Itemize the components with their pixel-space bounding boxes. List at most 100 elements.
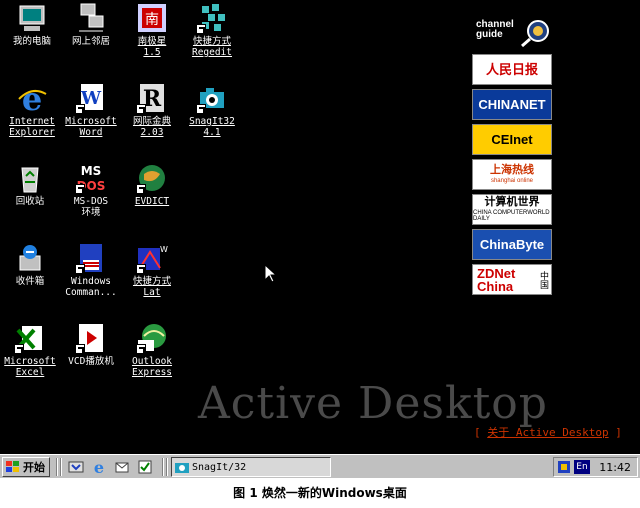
internet-explorer-icon: e — [16, 82, 48, 114]
desktop-icon-inbox[interactable]: 收件箱 — [0, 242, 62, 287]
ms-dos-icon: MS DOS — [75, 162, 107, 194]
channel-people-daily[interactable]: 人民日报 — [472, 54, 552, 85]
shortcut-arrow-icon — [75, 344, 85, 354]
desktop-icon-label: 快捷方式 Regedit — [191, 36, 233, 58]
taskbar: 开始 e SnagIt/32 En 11:42 — [0, 454, 640, 478]
desktop-icon-label: Windows Comman... — [65, 276, 117, 298]
taskbar-separator — [166, 458, 168, 476]
taskbar-separator — [60, 458, 62, 476]
shortcut-arrow-icon — [75, 264, 85, 274]
channel-label: CEInet — [491, 132, 533, 147]
shortcut-arrow-icon — [196, 24, 206, 34]
evdict-icon — [136, 162, 168, 194]
svg-text:南: 南 — [145, 12, 159, 28]
desktop-icon-outlook-express[interactable]: Outlook Express — [120, 322, 184, 378]
svg-text:e: e — [94, 459, 104, 475]
shortcut-arrow-icon — [196, 104, 206, 114]
bracket-close: ] — [608, 426, 622, 439]
desktop-icon-ms-dos[interactable]: MS DOS MS-DOS 环境 — [59, 162, 123, 218]
channel-shanghai-online[interactable]: 上海热线 shanghai online — [472, 159, 552, 190]
excel-icon — [14, 322, 46, 354]
desktop-icon-my-computer[interactable]: 我的电脑 — [0, 2, 64, 47]
channel-sidelabel: 中国 — [538, 270, 548, 289]
outlook-express-icon — [136, 322, 168, 354]
channel-zdnet-china[interactable]: ZDNet China 中国 — [472, 264, 552, 295]
channels-quick-icon[interactable] — [137, 459, 153, 475]
lat-shortcut-icon: W — [136, 242, 168, 274]
desktop-icon-label: Internet Explorer — [9, 116, 55, 138]
desktop-icon-evdict[interactable]: EVDICT — [120, 162, 184, 207]
snagit-icon — [196, 82, 228, 114]
ime-indicator[interactable]: En — [574, 460, 590, 474]
taskbar-separator — [162, 458, 164, 476]
taskbar-separator — [56, 458, 58, 476]
channel-sublabel: shanghai online — [490, 178, 534, 184]
desktop-icon-snagit[interactable]: SnagIt32 4.1 — [180, 82, 244, 138]
channel-sublabel: CHINA COMPUTERWORLD DAILY — [473, 210, 550, 222]
desktop-icon-label: EVDICT — [134, 196, 170, 207]
channel-computerworld[interactable]: 计算机世界 CHINA COMPUTERWORLD DAILY — [472, 194, 552, 225]
channel-label: ZDNet China — [477, 265, 516, 294]
desktop-icon-label: 网际金典 2.03 — [132, 116, 171, 138]
desktop-icon-label: MS-DOS 环境 — [73, 196, 109, 218]
bracket-open: [ — [474, 426, 488, 439]
channel-chinabyte[interactable]: ChinaByte — [472, 229, 552, 260]
desktop-icon-recycle-bin[interactable]: 回收站 — [0, 162, 62, 207]
figure-caption: 图 1 焕然一新的Windows桌面 — [233, 486, 407, 500]
desktop-icon-network-neighborhood[interactable]: 网上邻居 — [59, 2, 123, 47]
svg-text:e: e — [22, 82, 42, 114]
tray-app-icon[interactable] — [557, 460, 571, 474]
channel-chinanet[interactable]: CHINANET — [472, 89, 552, 120]
my-computer-icon — [16, 2, 48, 34]
recycle-bin-icon — [14, 162, 46, 194]
desktop-icon-regedit-shortcut[interactable]: 快捷方式 Regedit — [180, 2, 244, 58]
channel-guide-button[interactable]: channel guide — [472, 16, 556, 50]
desktop-icon-excel[interactable]: Microsoft Excel — [0, 322, 62, 378]
svg-text:MS: MS — [81, 164, 102, 178]
channel-ceinet[interactable]: CEInet — [472, 124, 552, 155]
desktop-icon-word[interactable]: W Microsoft Word — [59, 82, 123, 138]
snagit-small-icon — [175, 463, 189, 473]
mouse-cursor-icon — [265, 265, 277, 283]
channel-label: 上海热线 — [490, 164, 534, 176]
start-button[interactable]: 开始 — [2, 457, 50, 477]
desktop: 我的电脑 e Internet Explorer 回收站 收件箱 Microso… — [0, 0, 640, 454]
shortcut-arrow-icon — [136, 104, 146, 114]
shortcut-arrow-icon — [136, 184, 146, 194]
regedit-shortcut-icon — [196, 2, 228, 34]
task-label: SnagIt/32 — [192, 461, 247, 473]
njstar-icon: 南 — [136, 2, 168, 34]
about-active-desktop-link[interactable]: [ 关于 Active Desktop ] — [474, 424, 622, 440]
channel-bar: channel guide 人民日报 CHINANET CEInet 上海热线 … — [472, 16, 556, 299]
about-active-desktop-text: 关于 Active Desktop — [487, 426, 609, 439]
desktop-icon-label: Microsoft Excel — [4, 356, 56, 378]
desktop-icon-label: Microsoft Word — [65, 116, 117, 138]
active-desktop-title: Active Desktop — [198, 378, 548, 429]
dictionary-icon: R — [136, 82, 168, 114]
svg-text:W: W — [160, 245, 168, 254]
shortcut-arrow-icon — [136, 344, 146, 354]
desktop-icon-label: 收件箱 — [15, 276, 45, 287]
system-tray: En 11:42 — [553, 457, 638, 477]
desktop-icon-lat-shortcut[interactable]: W 快捷方式 Lat — [120, 242, 184, 298]
desktop-icon-label: VCD播放机 — [68, 356, 114, 367]
outlook-quick-icon[interactable] — [114, 459, 130, 475]
windows-logo-icon — [6, 461, 19, 472]
desktop-icon-label: 快捷方式 Lat — [132, 276, 171, 298]
show-desktop-icon[interactable] — [68, 459, 84, 475]
desktop-icon-label: 南极星 1.5 — [137, 36, 167, 58]
channel-label: 计算机世界 — [484, 196, 540, 208]
network-neighborhood-icon — [75, 2, 107, 34]
desktop-icon-dictionary[interactable]: R 网际金典 2.03 — [120, 82, 184, 138]
desktop-icon-internet-explorer[interactable]: e Internet Explorer — [0, 82, 64, 138]
clock[interactable]: 11:42 — [599, 461, 631, 474]
channel-label: ChinaByte — [479, 237, 545, 252]
desktop-icon-vcd-player[interactable]: VCD播放机 — [59, 322, 123, 367]
desktop-icon-njstar[interactable]: 南 南极星 1.5 — [120, 2, 184, 58]
channel-label: 人民日报 — [485, 62, 538, 77]
task-button-snagit[interactable]: SnagIt/32 — [171, 457, 331, 477]
start-label: 开始 — [23, 461, 45, 474]
desktop-icon-windows-commander[interactable]: Windows Comman... — [59, 242, 123, 298]
ie-quick-icon[interactable]: e — [91, 459, 107, 475]
inbox-icon — [14, 242, 46, 274]
